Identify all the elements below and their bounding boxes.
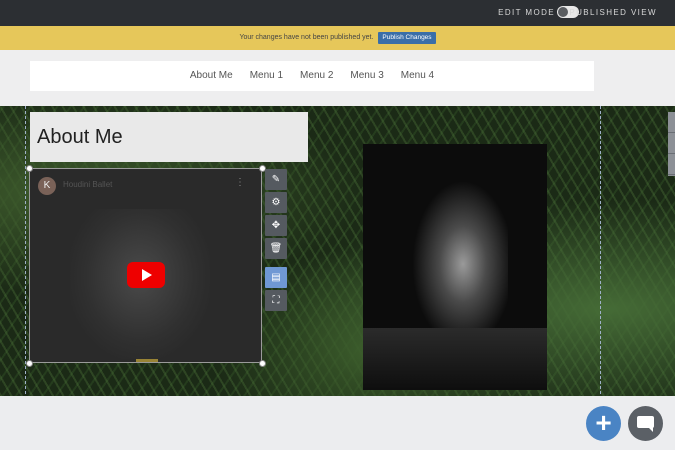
title-block[interactable]: About Me [30,112,308,162]
section-title: About Me [37,126,123,148]
chat-button[interactable] [628,406,663,441]
edit-mode-label: EDIT MODE [498,8,555,17]
more-options-icon[interactable]: ⋮ [235,177,245,188]
resize-handle-bottom-right[interactable] [259,360,266,367]
nav-item-about-me[interactable]: About Me [190,61,233,91]
hero-section: About Me K Houdini Ballet ⋮ ✎ ⚙ ✥ 🗑 ▤ ⛶ [0,106,675,396]
toggle-knob [558,7,568,17]
nav-item-menu-2[interactable]: Menu 2 [300,61,333,91]
nav-item-menu-1[interactable]: Menu 1 [250,61,283,91]
play-button[interactable] [127,262,165,288]
resize-handle-top-left[interactable] [26,165,33,172]
side-tab-segment[interactable] [668,154,675,175]
nav-item-menu-4[interactable]: Menu 4 [401,61,434,91]
dancer-image[interactable] [363,144,547,390]
unpublished-notice: Your changes have not been published yet… [0,26,675,50]
move-icon[interactable]: ✥ [265,215,287,236]
notice-message: Your changes have not been published yet… [239,34,374,41]
side-tab-segment[interactable] [668,112,675,133]
video-title[interactable]: Houdini Ballet [63,180,112,189]
stage-floor [363,328,547,390]
top-bar: EDIT MODE PUBLISHED VIEW [0,0,675,26]
dancer-figure [408,174,508,354]
youtube-logo [136,359,158,362]
side-panel-tab[interactable] [668,112,675,176]
resize-handle-bottom-left[interactable] [26,360,33,367]
nav-item-menu-3[interactable]: Menu 3 [350,61,383,91]
channel-avatar: K [38,177,56,195]
edit-icon[interactable]: ✎ [265,169,287,190]
add-element-button[interactable]: + [586,406,621,441]
publish-changes-button[interactable]: Publish Changes [378,32,436,44]
expand-icon[interactable]: ⛶ [265,290,287,311]
site-navbar: About Me Menu 1 Menu 2 Menu 3 Menu 4 [30,61,594,91]
settings-icon[interactable]: ⚙ [265,192,287,213]
chat-icon [637,416,654,432]
layout-icon[interactable]: ▤ [265,267,287,288]
delete-icon[interactable]: 🗑 [265,238,287,259]
published-view-label[interactable]: PUBLISHED VIEW [569,8,657,17]
element-toolbar: ✎ ⚙ ✥ 🗑 ▤ ⛶ [265,169,287,313]
video-embed[interactable]: K Houdini Ballet ⋮ [29,168,262,363]
side-tab-segment[interactable] [668,133,675,154]
